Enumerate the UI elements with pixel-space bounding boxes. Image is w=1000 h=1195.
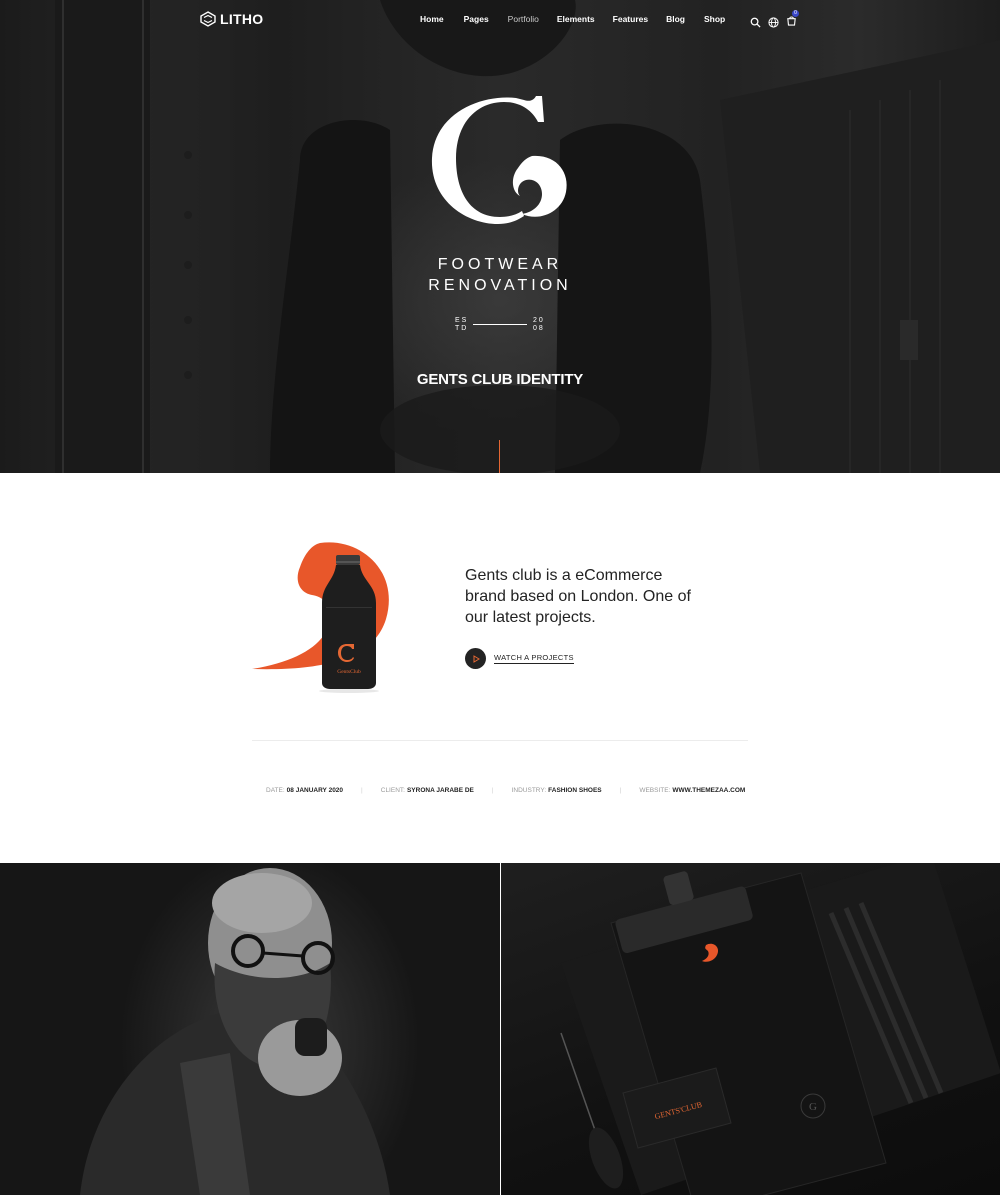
site-logo[interactable]: LITHO: [200, 11, 264, 27]
project-meta: DATE: 08 JANUARY 2020 | CLIENT: SYRONA J…: [266, 787, 756, 794]
menu-item-elements[interactable]: Elements: [557, 14, 595, 24]
meta-industry: INDUSTRY: FASHION SHOES: [512, 787, 602, 794]
meta-date-key: DATE:: [266, 787, 285, 794]
page-title: GENTS CLUB IDENTITY: [416, 371, 584, 388]
meta-client: CLIENT: SYRONA JARABE DE: [381, 787, 474, 794]
hero-section: LITHO Home Pages Portfolio Elements Feat…: [0, 0, 1000, 473]
portrait-photo: [80, 868, 390, 1195]
menu-item-pages[interactable]: Pages: [464, 14, 489, 24]
gallery-image-stationery[interactable]: GENTS'CLUB G: [500, 863, 1000, 1195]
product-bottle-image: GentsClub: [252, 542, 389, 693]
nav-icons: 0: [750, 10, 799, 31]
estd-divider: [473, 324, 527, 325]
play-button[interactable]: [465, 648, 486, 669]
brand-line-renovation: RENOVATION: [428, 277, 572, 294]
brand-g-logo: [431, 96, 567, 224]
meta-separator: |: [491, 787, 494, 794]
gallery-image-portrait[interactable]: [0, 863, 500, 1195]
estd-year: 20 08: [533, 317, 545, 332]
menu-item-portfolio[interactable]: Portfolio: [508, 14, 539, 24]
watch-project-label[interactable]: WATCH A PROJECTS: [494, 653, 574, 664]
menu-item-home[interactable]: Home: [420, 14, 444, 24]
watch-project-link[interactable]: WATCH A PROJECTS: [465, 648, 574, 669]
project-gallery: GENTS'CLUB G: [0, 863, 1000, 1195]
logo-text: LITHO: [220, 11, 264, 27]
meta-date: DATE: 08 JANUARY 2020: [266, 787, 343, 794]
cart-count-badge: 0: [792, 10, 799, 17]
project-intro-section: GentsClub Gents club is a eCommerce bran…: [0, 473, 1000, 863]
project-description: Gents club is a eCommerce brand based on…: [465, 567, 691, 626]
meta-industry-key: INDUSTRY:: [511, 787, 547, 794]
brand-line-footwear: FOOTWEAR: [437, 256, 563, 273]
logo-icon: [200, 11, 216, 27]
search-icon[interactable]: [750, 17, 761, 28]
meta-separator: |: [619, 787, 622, 794]
main-menu: Home Pages Portfolio Elements Features B…: [420, 14, 725, 24]
established-mark: ES TD 20 08: [455, 317, 550, 335]
meta-client-key: CLIENT:: [380, 787, 405, 794]
play-icon: [473, 654, 480, 663]
stamp-letter: G: [809, 1101, 817, 1113]
meta-website-value[interactable]: WWW.THEMEZAA.COM: [672, 787, 745, 794]
meta-client-value: SYRONA JARABE DE: [406, 787, 474, 794]
meta-separator: |: [361, 787, 363, 794]
meta-website-key: WEBSITE:: [639, 787, 671, 794]
menu-item-blog[interactable]: Blog: [666, 14, 685, 24]
top-navigation: LITHO Home Pages Portfolio Elements Feat…: [0, 0, 1000, 40]
menu-item-shop[interactable]: Shop: [704, 14, 725, 24]
meta-website: WEBSITE: WWW.THEMEZAA.COM: [639, 787, 745, 794]
meta-industry-value: FASHION SHOES: [548, 787, 602, 794]
meta-date-value: 08 JANUARY 2020: [286, 787, 344, 794]
hero-background-image: [55, 0, 1000, 473]
menu-item-features[interactable]: Features: [613, 14, 648, 24]
product-label: GentsClub: [337, 669, 361, 675]
estd-label: ES TD: [455, 317, 469, 332]
stationery-photo: GENTS'CLUB G: [559, 863, 1000, 1195]
globe-icon[interactable]: [768, 16, 779, 28]
hero-scroll-line: [499, 440, 500, 473]
section-divider: [252, 740, 748, 741]
cart-button[interactable]: 0: [786, 10, 799, 31]
